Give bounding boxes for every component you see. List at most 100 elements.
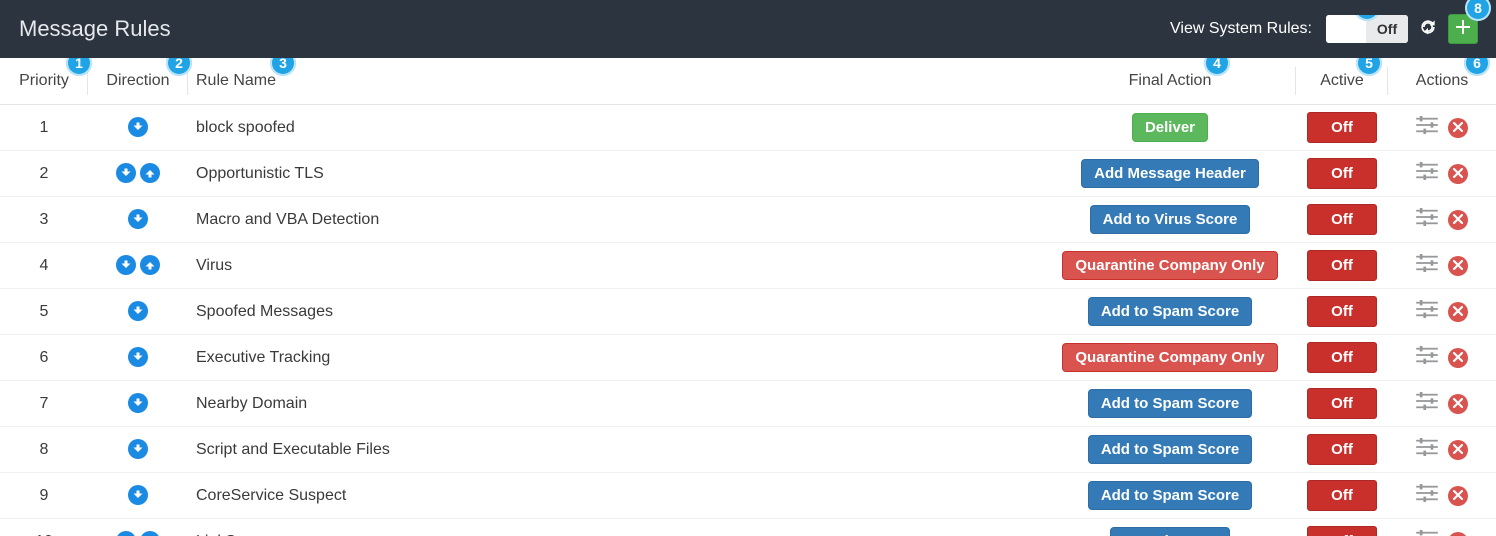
- rules-table: Priority 1 Direction 2 Rule Name 3 Final…: [0, 58, 1496, 536]
- active-toggle[interactable]: Off: [1307, 434, 1377, 465]
- final-action-badge[interactable]: Quarantine Company Only: [1062, 251, 1277, 280]
- table-row: 7Nearby DomainAdd to Spam ScoreOff: [0, 381, 1496, 427]
- arrow-down-icon: [128, 439, 148, 459]
- cell-actions: [1388, 289, 1496, 335]
- active-toggle[interactable]: Off: [1307, 342, 1377, 373]
- delete-rule-button[interactable]: [1448, 532, 1468, 536]
- edit-rule-button[interactable]: [1416, 300, 1438, 323]
- edit-rule-button[interactable]: [1416, 254, 1438, 277]
- active-toggle[interactable]: Off: [1307, 526, 1377, 536]
- priority-value: 5: [40, 303, 49, 320]
- view-system-rules-toggle[interactable]: 7 Off: [1326, 15, 1408, 43]
- cell-final-action: Add to Virus Score: [1044, 197, 1296, 243]
- edit-rule-button[interactable]: [1416, 392, 1438, 415]
- cell-active: Off: [1296, 243, 1388, 289]
- rule-name: Macro and VBA Detection: [196, 211, 379, 228]
- active-toggle[interactable]: Off: [1307, 250, 1377, 281]
- cell-actions: [1388, 105, 1496, 151]
- active-toggle[interactable]: Off: [1307, 204, 1377, 235]
- cell-active: Off: [1296, 105, 1388, 151]
- cell-priority: 6: [0, 335, 88, 381]
- delete-rule-button[interactable]: [1448, 118, 1468, 138]
- table-row: 6Executive TrackingQuarantine Company On…: [0, 335, 1496, 381]
- delete-rule-button[interactable]: [1448, 348, 1468, 368]
- sliders-icon: [1416, 121, 1438, 138]
- priority-value: 2: [40, 165, 49, 182]
- final-action-badge[interactable]: Add to Virus Score: [1090, 205, 1251, 234]
- col-header-rule-name[interactable]: Rule Name 3: [188, 58, 1044, 105]
- annotation-8: 8: [1465, 0, 1491, 21]
- cell-active: Off: [1296, 151, 1388, 197]
- cell-direction: [88, 381, 188, 427]
- close-icon: [1453, 533, 1463, 536]
- edit-rule-button[interactable]: [1416, 116, 1438, 139]
- cell-rule-name: CoreService Suspect: [188, 473, 1044, 519]
- edit-rule-button[interactable]: [1416, 208, 1438, 231]
- close-icon: [1453, 349, 1463, 367]
- arrow-down-icon: [128, 117, 148, 137]
- cell-direction: [88, 197, 188, 243]
- cell-active: Off: [1296, 335, 1388, 381]
- priority-value: 10: [35, 533, 53, 536]
- active-toggle[interactable]: Off: [1307, 480, 1377, 511]
- edit-rule-button[interactable]: [1416, 484, 1438, 507]
- col-header-actions[interactable]: Actions 6: [1388, 58, 1496, 105]
- rule-name: Nearby Domain: [196, 395, 307, 412]
- active-toggle[interactable]: Off: [1307, 296, 1377, 327]
- edit-rule-button[interactable]: [1416, 346, 1438, 369]
- active-toggle[interactable]: Off: [1307, 112, 1377, 143]
- close-icon: [1453, 119, 1463, 137]
- cell-direction: [88, 243, 188, 289]
- cell-priority: 8: [0, 427, 88, 473]
- delete-rule-button[interactable]: [1448, 486, 1468, 506]
- priority-value: 1: [40, 119, 49, 136]
- col-header-priority[interactable]: Priority 1: [0, 58, 88, 105]
- active-toggle[interactable]: Off: [1307, 388, 1377, 419]
- delete-rule-button[interactable]: [1448, 256, 1468, 276]
- delete-rule-button[interactable]: [1448, 210, 1468, 230]
- col-header-direction[interactable]: Direction 2: [88, 58, 188, 105]
- cell-direction: [88, 105, 188, 151]
- delete-rule-button[interactable]: [1448, 440, 1468, 460]
- table-row: 3 Macro and VBA Detection Add to Virus Sco…: [0, 197, 1496, 243]
- final-action-badge[interactable]: Add to Spam Score: [1088, 435, 1252, 464]
- add-rule-button[interactable]: 8: [1448, 14, 1478, 44]
- sliders-icon: [1416, 305, 1438, 322]
- cell-final-action: Add Message Header: [1044, 151, 1296, 197]
- cell-priority: 1: [0, 105, 88, 151]
- table-row: 9CoreService SuspectAdd to Spam ScoreOff: [0, 473, 1496, 519]
- cell-rule-name: Opportunistic TLS: [188, 151, 1044, 197]
- sliders-icon: [1416, 489, 1438, 506]
- final-action-badge[interactable]: Add to Spam Score: [1088, 481, 1252, 510]
- table-row: 4VirusQuarantine Company OnlyOff: [0, 243, 1496, 289]
- cell-direction: [88, 289, 188, 335]
- header-right: View System Rules: 7 Off 8: [1170, 14, 1478, 44]
- delete-rule-button[interactable]: [1448, 164, 1468, 184]
- sliders-icon: [1416, 213, 1438, 230]
- edit-rule-button[interactable]: [1416, 438, 1438, 461]
- edit-rule-button[interactable]: [1416, 530, 1438, 536]
- header-bar: Message Rules View System Rules: 7 Off 8: [0, 0, 1496, 58]
- cell-active: Off: [1296, 519, 1388, 536]
- active-toggle[interactable]: Off: [1307, 158, 1377, 189]
- delete-rule-button[interactable]: [1448, 302, 1468, 322]
- col-header-active[interactable]: Active 5: [1296, 58, 1388, 105]
- final-action-badge[interactable]: Quarantine Company Only: [1062, 343, 1277, 372]
- final-action-badge[interactable]: Add to Spam Score: [1088, 297, 1252, 326]
- final-action-badge[interactable]: Add to Spam Score: [1088, 389, 1252, 418]
- final-action-badge[interactable]: Deliver: [1132, 113, 1208, 142]
- table-row: 8Script and Executable FilesAdd to Spam …: [0, 427, 1496, 473]
- refresh-button[interactable]: [1416, 17, 1440, 41]
- edit-rule-button[interactable]: [1416, 162, 1438, 185]
- cell-actions: [1388, 427, 1496, 473]
- cell-rule-name: Virus: [188, 243, 1044, 289]
- final-action-badge[interactable]: Re-write URL: [1110, 527, 1230, 536]
- final-action-badge[interactable]: Add Message Header: [1081, 159, 1259, 188]
- sliders-icon: [1416, 259, 1438, 276]
- arrow-down-icon: [128, 301, 148, 321]
- close-icon: [1453, 303, 1463, 321]
- cell-priority: 3: [0, 197, 88, 243]
- delete-rule-button[interactable]: [1448, 394, 1468, 414]
- col-header-final-action[interactable]: Final Action 4: [1044, 58, 1296, 105]
- cell-final-action: Re-write URL: [1044, 519, 1296, 536]
